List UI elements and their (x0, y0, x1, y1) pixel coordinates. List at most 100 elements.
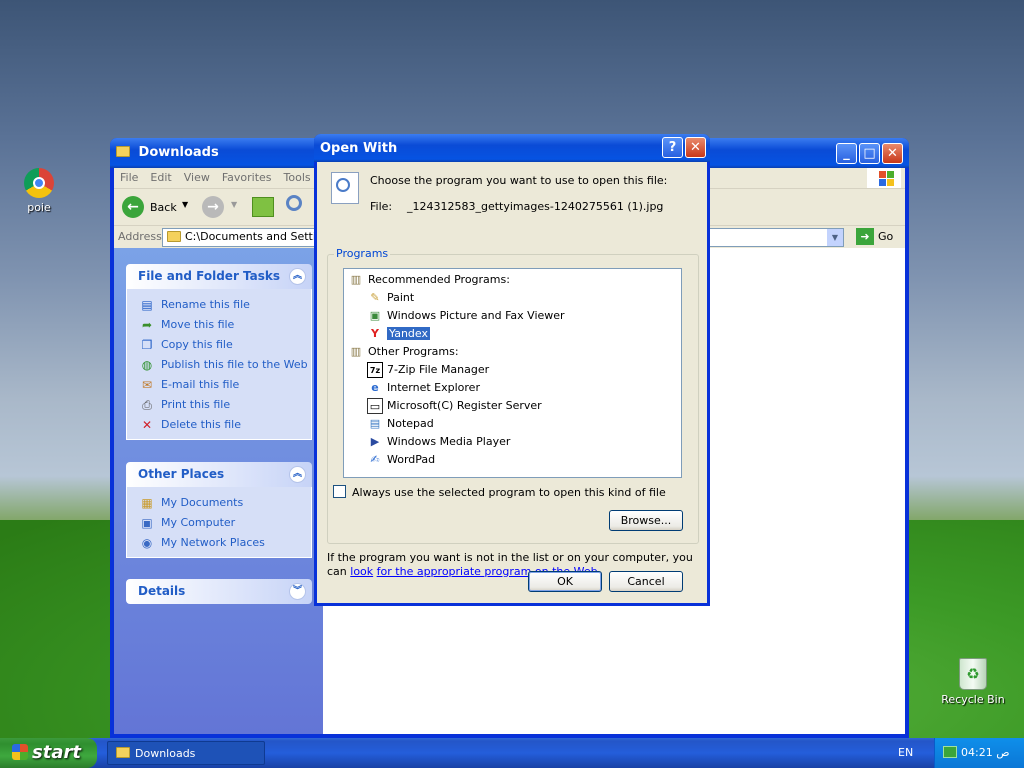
web-search-link[interactable]: look (350, 565, 373, 578)
close-button[interactable]: ✕ (882, 143, 903, 164)
cancel-button[interactable]: Cancel (609, 571, 683, 592)
program-item[interactable]: ✎ Paint (367, 289, 414, 306)
desktop-icon-recycle-bin[interactable]: ♻ Recycle Bin (938, 658, 1008, 706)
windows-flag-icon (12, 744, 28, 760)
window-title: Downloads (138, 145, 219, 160)
program-item[interactable]: e Internet Explorer (367, 379, 480, 396)
go-button[interactable]: Go (878, 230, 893, 243)
start-button[interactable]: start (0, 738, 97, 768)
menu-favorites[interactable]: Favorites (216, 168, 278, 188)
recycle-bin-icon: ♻ (959, 658, 987, 690)
menu-tools[interactable]: Tools (278, 168, 317, 188)
7zip-icon: 7z (367, 362, 383, 378)
panel-title: Other Places (138, 467, 225, 481)
folder-icon (167, 231, 181, 242)
task-print[interactable]: ⎙ Print this file (127, 395, 311, 415)
collapse-chevron-icon[interactable]: ︽ (289, 268, 306, 285)
taskbar-item-downloads[interactable]: Downloads (107, 741, 265, 765)
task-label: Publish this file to the Web (161, 358, 308, 371)
place-my-documents[interactable]: ▦ My Documents (127, 493, 311, 513)
panel-header[interactable]: Other Places ︽ (126, 462, 312, 487)
task-move[interactable]: ➦ Move this file (127, 315, 311, 335)
program-label: Notepad (387, 417, 434, 430)
program-label: Yandex (387, 327, 430, 340)
help-button[interactable]: ? (662, 137, 683, 158)
network-tray-icon[interactable] (943, 746, 957, 758)
forward-dropdown-icon[interactable]: ▼ (231, 200, 237, 209)
file-name: _124312583_gettyimages-1240275561 (1).jp… (407, 200, 664, 213)
task-copy[interactable]: ❐ Copy this file (127, 335, 311, 355)
clock[interactable]: 04:21 ص (961, 746, 1010, 759)
expand-chevron-icon[interactable]: ︾ (289, 583, 306, 600)
always-use-label[interactable]: Always use the selected program to open … (352, 486, 666, 499)
menu-edit[interactable]: Edit (144, 168, 177, 188)
task-label: Delete this file (161, 418, 241, 431)
task-delete[interactable]: ✕ Delete this file (127, 415, 311, 435)
register-server-icon: ▭ (367, 398, 383, 414)
panel-header[interactable]: Details ︾ (126, 579, 312, 604)
close-button[interactable]: ✕ (685, 137, 706, 158)
address-dropdown-icon[interactable]: ▼ (827, 229, 843, 246)
other-header: ▥ Other Programs: (348, 343, 459, 360)
system-tray: 04:21 ص (934, 738, 1024, 768)
dialog-titlebar[interactable]: Open With ? ✕ (314, 134, 710, 162)
back-dropdown-icon[interactable]: ▼ (182, 200, 188, 209)
desktop-icon-label: Recycle Bin (941, 693, 1005, 706)
program-folder-icon: ▥ (350, 273, 362, 286)
task-pane: File and Folder Tasks ︽ ▤ Rename this fil… (114, 248, 323, 734)
notepad-icon: ▤ (369, 417, 381, 430)
language-indicator[interactable]: EN (898, 746, 913, 759)
program-item[interactable]: ▶ Windows Media Player (367, 433, 511, 450)
place-my-computer[interactable]: ▣ My Computer (127, 513, 311, 533)
go-arrow-icon[interactable]: ➜ (856, 228, 874, 245)
place-label: My Network Places (161, 536, 265, 549)
menu-view[interactable]: View (178, 168, 216, 188)
internet-explorer-icon: e (371, 381, 379, 394)
maximize-button[interactable]: □ (859, 143, 880, 164)
panel-header[interactable]: File and Folder Tasks ︽ (126, 264, 312, 289)
rename-icon: ▤ (141, 298, 153, 312)
minimize-button[interactable]: _ (836, 143, 857, 164)
menu-file[interactable]: File (114, 168, 144, 188)
yandex-icon: Y (371, 327, 379, 340)
task-publish[interactable]: ◍ Publish this file to the Web (127, 355, 311, 375)
place-my-network[interactable]: ◉ My Network Places (127, 533, 311, 553)
programs-list[interactable]: ▥ Recommended Programs: ✎ Paint ▣ Windows P… (343, 268, 682, 478)
desktop-icon-poie[interactable]: poie (4, 168, 74, 214)
program-item[interactable]: 7z 7-Zip File Manager (367, 361, 489, 378)
open-with-dialog: Open With ? ✕ Choose the program you wan… (314, 134, 710, 606)
always-use-checkbox[interactable] (333, 485, 346, 498)
forward-arrow-icon[interactable]: → (202, 196, 224, 218)
windows-logo-icon (867, 168, 901, 188)
back-arrow-icon[interactable]: ← (122, 196, 144, 218)
task-label: Copy this file (161, 338, 233, 351)
browse-button[interactable]: Browse... (609, 510, 683, 531)
program-label: Windows Picture and Fax Viewer (387, 309, 565, 322)
taskbar: start Downloads EN 04:21 ص (0, 738, 1024, 768)
ok-button[interactable]: OK (528, 571, 602, 592)
panel-body: ▦ My Documents ▣ My Computer ◉ My Network P… (126, 487, 312, 558)
collapse-chevron-icon[interactable]: ︽ (289, 466, 306, 483)
back-button[interactable]: Back (150, 201, 177, 214)
network-icon: ◉ (141, 536, 153, 550)
header-label: Other Programs: (368, 345, 459, 358)
place-label: My Computer (161, 516, 236, 529)
folder-up-icon[interactable] (252, 197, 274, 217)
header-label: Recommended Programs: (368, 273, 510, 286)
task-label: E-mail this file (161, 378, 240, 391)
task-rename[interactable]: ▤ Rename this file (127, 295, 311, 315)
program-item[interactable]: ▭ Microsoft(C) Register Server (367, 397, 542, 414)
desktop-icon-label: poie (27, 201, 51, 214)
program-label: Internet Explorer (387, 381, 480, 394)
program-item[interactable]: ▤ Notepad (367, 415, 434, 432)
task-email[interactable]: ✉ E-mail this file (127, 375, 311, 395)
task-label: Rename this file (161, 298, 250, 311)
program-item[interactable]: ▣ Windows Picture and Fax Viewer (367, 307, 565, 324)
programs-group: Programs ▥ Recommended Programs: ✎ Paint ▣… (327, 247, 699, 544)
search-icon[interactable] (286, 195, 302, 211)
panel-title: Details (138, 584, 186, 598)
start-label: start (32, 742, 81, 763)
copy-icon: ❐ (141, 338, 153, 352)
program-item[interactable]: ✍ WordPad (367, 451, 435, 468)
program-item-selected[interactable]: Y Yandex (367, 325, 430, 342)
